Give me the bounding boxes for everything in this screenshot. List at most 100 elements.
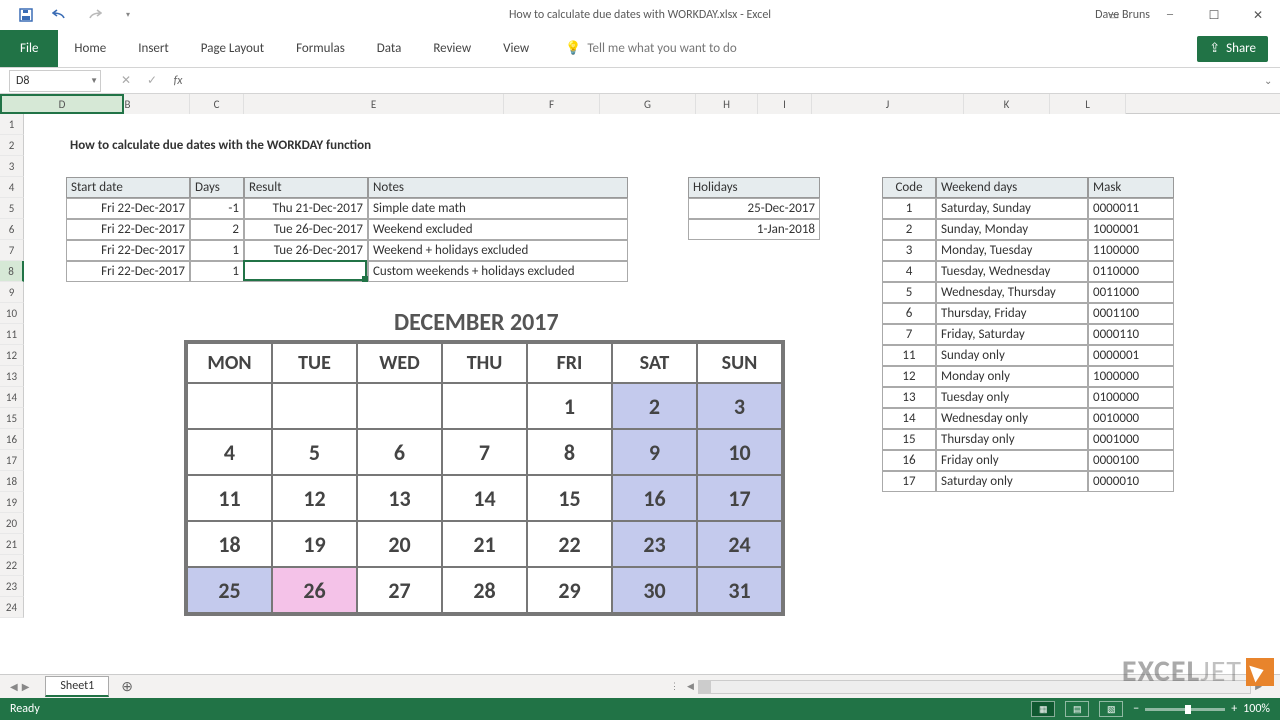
close-button[interactable]: ✕ [1236,0,1280,30]
zoom-slider[interactable] [1145,708,1225,711]
cell[interactable]: 0000110 [1088,324,1174,345]
row-header[interactable]: 12 [0,345,24,366]
tab-page-layout[interactable]: Page Layout [185,30,280,67]
page-layout-view-button[interactable]: ▤ [1065,701,1089,717]
cell[interactable]: 0010000 [1088,408,1174,429]
row-header[interactable]: 3 [0,156,24,177]
save-icon[interactable] [18,7,34,23]
row-header[interactable]: 2 [0,135,24,156]
column-header[interactable]: L [1050,94,1126,114]
cell[interactable]: Saturday only [936,471,1088,492]
cell[interactable]: 0000100 [1088,450,1174,471]
cell[interactable]: Tuesday only [936,387,1088,408]
column-header[interactable]: D [0,94,124,114]
expand-formula-bar-icon[interactable]: ⌄ [1264,74,1280,87]
cell[interactable]: Tuesday, Wednesday [936,261,1088,282]
cell[interactable]: Sunday, Monday [936,219,1088,240]
cell[interactable]: 13 [882,387,936,408]
cell[interactable]: 15 [882,429,936,450]
enter-icon[interactable]: ✓ [145,73,159,88]
tab-insert[interactable]: Insert [122,30,185,67]
fx-icon[interactable]: fx [171,74,185,88]
row-header[interactable]: 6 [0,219,24,240]
cell[interactable]: Fri 22-Dec-2017 [66,219,190,240]
cell[interactable]: 0000010 [1088,471,1174,492]
cell[interactable]: Days [190,177,244,198]
tab-review[interactable]: Review [417,30,487,67]
formula-bar[interactable] [193,70,1244,92]
row-header[interactable]: 16 [0,429,24,450]
cell[interactable]: Thu 21-Dec-2017 [244,198,368,219]
tab-formulas[interactable]: Formulas [280,30,361,67]
cell[interactable]: 0001000 [1088,429,1174,450]
row-header[interactable]: 8 [0,261,24,282]
cell[interactable]: 1 [190,261,244,282]
ribbon-display-icon[interactable]: ▭ [1104,9,1124,22]
cell[interactable]: Wednesday, Thursday [936,282,1088,303]
cell[interactable]: 17 [882,471,936,492]
cell[interactable]: 2 [190,219,244,240]
cell[interactable]: 16 [882,450,936,471]
cell[interactable]: Tue 26-Dec-2017 [244,240,368,261]
row-header[interactable]: 7 [0,240,24,261]
column-header[interactable]: E [244,94,504,114]
cell[interactable]: Result [244,177,368,198]
minimize-button[interactable]: ─ [1148,0,1192,30]
worksheet-grid[interactable]: ABCDEFGHIJKL 123456789101112131415161718… [0,94,1280,664]
cell[interactable]: Notes [368,177,628,198]
cell[interactable]: 0000011 [1088,198,1174,219]
cell[interactable]: 12 [882,366,936,387]
cell[interactable]: Monday, Tuesday [936,240,1088,261]
cell[interactable]: Custom weekends + holidays excluded [368,261,628,282]
cell[interactable]: Sunday only [936,345,1088,366]
cells-area[interactable]: How to calculate due dates with the WORK… [24,114,1280,664]
column-header[interactable]: F [504,94,600,114]
cell[interactable]: 14 [882,408,936,429]
column-header[interactable]: H [696,94,758,114]
cell[interactable]: -1 [190,198,244,219]
tab-data[interactable]: Data [361,30,418,67]
chevron-down-icon[interactable]: ▼ [90,76,98,86]
row-header[interactable]: 1 [0,114,24,135]
row-header[interactable]: 10 [0,303,24,324]
row-header[interactable]: 5 [0,198,24,219]
tab-home[interactable]: Home [58,30,122,67]
row-header[interactable]: 21 [0,534,24,555]
cell[interactable]: 1-Jan-2018 [688,219,820,240]
cell[interactable]: Holidays [688,177,820,198]
cell[interactable]: Fri 22-Dec-2017 [66,240,190,261]
row-header[interactable]: 20 [0,513,24,534]
cell[interactable]: 5 [882,282,936,303]
cell[interactable]: Fri 22-Dec-2017 [66,198,190,219]
column-header[interactable]: K [964,94,1050,114]
column-header[interactable]: I [758,94,812,114]
cell[interactable]: Saturday, Sunday [936,198,1088,219]
cell[interactable]: Mask [1088,177,1174,198]
cell[interactable]: Thursday only [936,429,1088,450]
row-header[interactable]: 9 [0,282,24,303]
tab-file[interactable]: File [0,30,58,67]
row-header[interactable]: 14 [0,387,24,408]
page-break-view-button[interactable]: ▧ [1099,701,1123,717]
cell[interactable]: 3 [882,240,936,261]
cell[interactable]: Code [882,177,936,198]
cell[interactable]: Weekend + holidays excluded [368,240,628,261]
tell-me[interactable]: 💡 Tell me what you want to do [565,41,737,56]
cell[interactable]: 0110000 [1088,261,1174,282]
cell[interactable]: 0000001 [1088,345,1174,366]
row-header[interactable]: 17 [0,450,24,471]
row-header[interactable]: 19 [0,492,24,513]
cell[interactable]: Start date [66,177,190,198]
cell[interactable]: 25-Dec-2017 [688,198,820,219]
cell[interactable]: Weekend excluded [368,219,628,240]
cell[interactable]: Simple date math [368,198,628,219]
row-header[interactable]: 4 [0,177,24,198]
cell[interactable]: 1000001 [1088,219,1174,240]
add-sheet-button[interactable]: ⊕ [121,678,133,695]
cell[interactable]: Weekend days [936,177,1088,198]
cell[interactable]: 1000000 [1088,366,1174,387]
row-header[interactable]: 22 [0,555,24,576]
cell[interactable]: 1100000 [1088,240,1174,261]
cell[interactable]: 0100000 [1088,387,1174,408]
zoom-out-button[interactable]: − [1133,702,1139,716]
